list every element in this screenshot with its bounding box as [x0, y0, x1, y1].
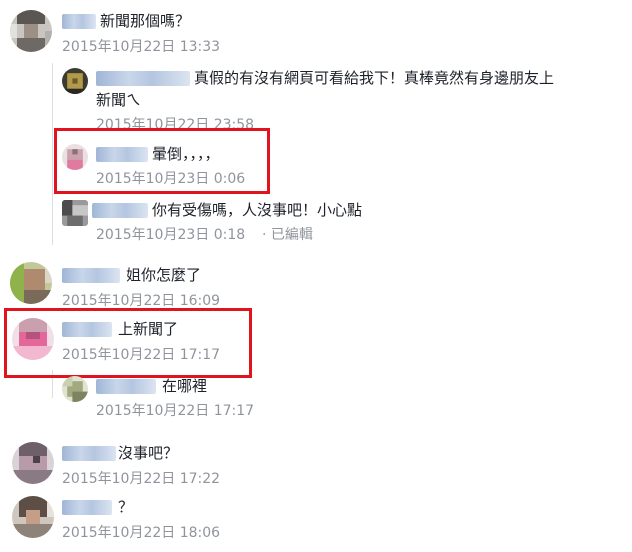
commenter-name[interactable]	[62, 500, 112, 515]
avatar[interactable]	[12, 496, 54, 538]
reply-item: 你有受傷嗎，人沒事吧！小心點 2015年10月23日 0:18 · 已編輯	[0, 196, 632, 246]
commenter-name[interactable]	[62, 14, 96, 29]
reply-item: 在哪裡 2015年10月22日 17:17	[0, 372, 632, 422]
commenter-name[interactable]	[62, 446, 116, 461]
avatar-image	[10, 262, 52, 304]
comment-text: 新聞那個嗎？	[100, 12, 191, 30]
reply-item: 真假的有沒有網頁可看給我下！真棒竟然有身邊朋友上 新聞ㄟ 2015年10月22日…	[0, 62, 632, 133]
commenter-name[interactable]	[62, 268, 120, 283]
avatar[interactable]	[62, 68, 88, 94]
comment-text: 姐你怎麼了	[126, 266, 202, 284]
avatar-image	[12, 442, 54, 484]
highlight-box	[4, 308, 252, 378]
highlight-box	[54, 128, 270, 194]
comment-text-continued: 新聞ㄟ	[96, 91, 142, 109]
edited-label[interactable]: · 已編輯	[262, 224, 313, 244]
comment-text: ？	[118, 498, 134, 516]
comment-item: ？ 2015年10月22日 18:06	[0, 490, 632, 542]
comment-item: 新聞那個嗎？ 2015年10月22日 13:33	[0, 0, 632, 58]
avatar-image	[10, 10, 52, 52]
comment-timestamp[interactable]: 2015年10月22日 13:33	[62, 36, 220, 56]
avatar-image	[62, 68, 88, 94]
comment-text: 真假的有沒有網頁可看給我下！真棒竟然有身邊朋友上	[194, 69, 555, 87]
avatar-image	[12, 496, 54, 538]
comment-text: 在哪裡	[162, 377, 208, 395]
avatar[interactable]	[12, 442, 54, 484]
comment-timestamp[interactable]: 2015年10月22日 18:06	[62, 522, 220, 542]
comment-text: 你有受傷嗎，人沒事吧！小心點	[152, 201, 363, 219]
avatar-image	[62, 376, 88, 402]
comment-item: 沒事吧？ 2015年10月22日 17:22	[0, 436, 632, 488]
comment-timestamp[interactable]: 2015年10月23日 0:18	[96, 224, 245, 244]
avatar-image	[62, 200, 88, 226]
comment-timestamp[interactable]: 2015年10月22日 16:09	[62, 290, 220, 310]
avatar[interactable]	[62, 376, 88, 402]
avatar[interactable]	[10, 10, 52, 52]
commenter-name[interactable]	[92, 203, 148, 218]
comment-timestamp[interactable]: 2015年10月22日 17:17	[96, 400, 254, 420]
avatar[interactable]	[10, 262, 52, 304]
comment-item: 姐你怎麼了 2015年10月22日 16:09	[0, 258, 632, 310]
comment-timestamp[interactable]: 2015年10月22日 17:22	[62, 468, 220, 488]
commenter-name[interactable]	[96, 379, 156, 394]
avatar[interactable]	[62, 200, 88, 226]
commenter-name[interactable]	[96, 71, 190, 86]
comment-text: 沒事吧？	[118, 444, 179, 462]
